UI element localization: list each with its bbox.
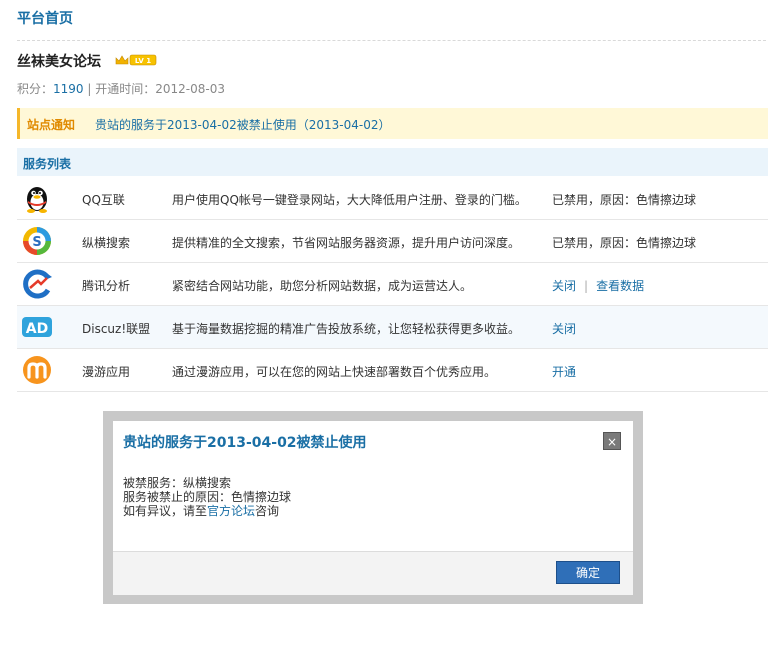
close-service-link[interactable]: 关闭 <box>552 279 576 293</box>
service-actions: 开通 <box>552 363 576 380</box>
action-separator: | <box>584 279 589 293</box>
view-data-link[interactable]: 查看数据 <box>596 279 644 293</box>
confirm-button[interactable]: 确定 <box>556 561 620 584</box>
service-description: 紧密结合网站功能，助您分析网站数据，成为运营达人。 <box>172 279 473 293</box>
service-actions: 关闭 | 查看数据 <box>552 277 644 294</box>
dialog-panel: 贵站的服务于2013-04-02被禁止使用 × 被禁服务：纵横搜索 服务被禁止的… <box>113 421 633 595</box>
svg-text:S: S <box>32 235 41 250</box>
appeal-suffix: 咨询 <box>255 504 280 518</box>
service-description: 基于海量数据挖掘的精准广告投放系统，让您轻松获得更多收益。 <box>172 322 521 336</box>
ban-notice-dialog: 贵站的服务于2013-04-02被禁止使用 × 被禁服务：纵横搜索 服务被禁止的… <box>103 411 643 604</box>
page-title: 平台首页 <box>17 11 73 27</box>
manyou-icon <box>23 356 51 384</box>
service-row-search: S 纵横搜索 提供精准的全文搜索，节省网站服务器资源，提升用户访问深度。 已禁用… <box>17 220 768 263</box>
service-description: 通过漫游应用，可以在您的网站上快速部署数百个优秀应用。 <box>172 365 497 379</box>
dialog-title: 贵站的服务于2013-04-02被禁止使用 <box>123 435 367 451</box>
notice-label: 站点通知 <box>27 118 76 132</box>
ad-league-icon: AD <box>22 317 52 337</box>
level-badge-text: LV 1 <box>135 57 151 65</box>
notice-message[interactable]: 贵站的服务于2013-04-02被禁止使用（2013-04-02） <box>95 116 390 133</box>
tencent-analytics-icon <box>23 269 52 299</box>
meta-separator: | <box>83 82 96 96</box>
service-status: 已禁用，原因：色情擦边球 <box>552 236 697 250</box>
service-row-qq: QQ互联 用户使用QQ帐号一键登录网站，大大降低用户注册、登录的门槛。 已禁用，… <box>17 177 768 220</box>
service-row-manyou: 漫游应用 通过漫游应用，可以在您的网站上快速部署数百个优秀应用。 开通 <box>17 349 768 392</box>
site-notice: 站点通知 贵站的服务于2013-04-02被禁止使用（2013-04-02） <box>17 108 768 139</box>
service-name: 腾讯分析 <box>82 279 131 293</box>
svg-text:AD: AD <box>26 321 48 337</box>
open-service-link[interactable]: 开通 <box>552 365 576 379</box>
open-date-label: 开通时间： <box>95 82 156 96</box>
points-value: 1190 <box>53 82 84 96</box>
service-name: Discuz!联盟 <box>82 322 151 336</box>
dialog-close-button[interactable]: × <box>603 432 621 450</box>
appeal-line: 如有异议，请至官方论坛咨询 <box>123 504 291 518</box>
dialog-body: 被禁服务：纵横搜索 服务被禁止的原因：色情擦边球 如有异议，请至官方论坛咨询 <box>123 476 291 518</box>
soso-search-icon: S <box>23 227 51 255</box>
service-list-heading: 服务列表 <box>23 157 72 171</box>
close-service-link[interactable]: 关闭 <box>552 322 576 336</box>
service-actions: 关闭 <box>552 320 576 337</box>
level-badge-icon: LV 1 <box>115 54 157 66</box>
qq-penguin-icon <box>27 187 47 213</box>
site-meta: 积分：1190 | 开通时间：2012-08-03 <box>17 80 225 97</box>
service-row-analytics: 腾讯分析 紧密结合网站功能，助您分析网站数据，成为运营达人。 关闭 | 查看数据 <box>17 263 768 306</box>
service-list-header: 服务列表 <box>17 148 768 176</box>
service-description: 用户使用QQ帐号一键登录网站，大大降低用户注册、登录的门槛。 <box>172 193 527 207</box>
points-label: 积分： <box>17 82 54 96</box>
ban-reason-line: 服务被禁止的原因：色情擦边球 <box>123 490 292 504</box>
open-date-value: 2012-08-03 <box>155 82 225 96</box>
banned-service-line: 被禁服务：纵横搜索 <box>123 476 232 490</box>
service-name: 漫游应用 <box>82 365 131 379</box>
site-name: 丝袜美女论坛 <box>17 54 101 70</box>
service-row-union: AD Discuz!联盟 基于海量数据挖掘的精准广告投放系统，让您轻松获得更多收… <box>17 306 768 349</box>
service-status: 已禁用，原因：色情擦边球 <box>552 193 697 207</box>
title-divider <box>17 40 766 41</box>
official-forum-link[interactable]: 官方论坛 <box>207 504 255 518</box>
dialog-footer: 确定 <box>113 551 633 595</box>
service-name: 纵横搜索 <box>82 236 131 250</box>
appeal-prefix: 如有异议，请至 <box>123 504 208 518</box>
service-description: 提供精准的全文搜索，节省网站服务器资源，提升用户访问深度。 <box>172 236 521 250</box>
service-name: QQ互联 <box>82 193 125 207</box>
